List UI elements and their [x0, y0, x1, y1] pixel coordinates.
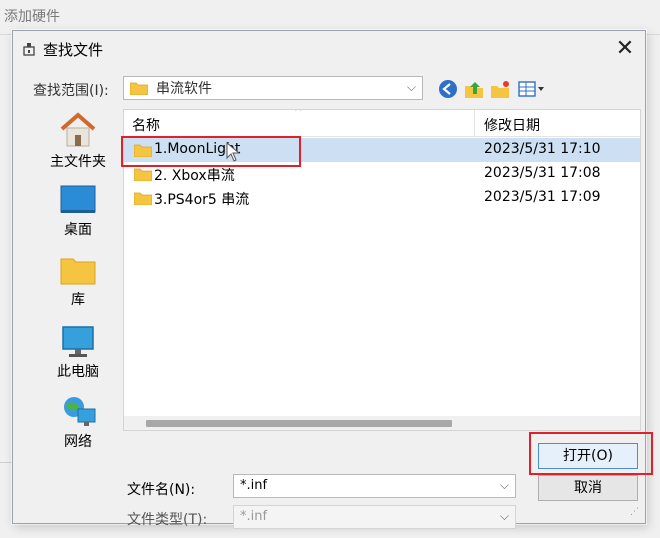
close-button[interactable]: ✕: [611, 35, 639, 63]
app-icon: [23, 43, 35, 56]
highlight-box-moonlight: [121, 136, 301, 167]
scrollbar-thumb[interactable]: [146, 420, 452, 427]
library-folder-icon: [60, 258, 96, 285]
folder-icon: [134, 168, 152, 181]
filename-label: 文件名(N):: [127, 482, 196, 498]
cancel-button[interactable]: 取消: [538, 475, 638, 501]
highlight-box-open: [529, 432, 653, 475]
background-divider-bottom: [0, 462, 12, 463]
computer-icon: [62, 326, 94, 357]
sort-ascending-icon: ^: [294, 109, 303, 118]
file-date: 2023/5/31 17:10: [484, 141, 601, 157]
up-folder-icon[interactable]: [463, 78, 485, 100]
file-date: 2023/5/31 17:08: [484, 165, 601, 181]
back-icon[interactable]: [437, 78, 459, 100]
file-row[interactable]: 3.PS4or5 串流 2023/5/31 17:09: [124, 186, 640, 210]
places-sidebar: 主文件夹 桌面 库 此电脑 网络: [31, 103, 125, 450]
file-name: 2. Xbox串流: [154, 168, 235, 184]
look-in-value: 串流软件: [156, 81, 212, 97]
resize-grip-icon[interactable]: ⋰: [630, 507, 639, 517]
look-in-label: 查找范围(I):: [33, 83, 109, 99]
chevron-down-icon[interactable]: ⌵: [500, 509, 509, 524]
sidebar-item-label: 库: [71, 292, 85, 308]
mouse-cursor-icon: [226, 142, 241, 162]
view-menu-icon[interactable]: [517, 78, 547, 100]
filename-input[interactable]: *.inf ⌵: [233, 474, 516, 498]
close-icon: ✕: [615, 36, 635, 61]
home-icon: [60, 112, 96, 147]
dialog-title: 查找文件: [43, 41, 104, 59]
chevron-down-icon[interactable]: ⌵: [500, 478, 509, 493]
filetype-select[interactable]: *.inf ⌵: [233, 505, 516, 529]
sidebar-item-desktop[interactable]: 桌面: [31, 183, 125, 239]
file-date: 2023/5/31 17:09: [484, 189, 601, 205]
sidebar-item-label: 网络: [64, 434, 92, 450]
sidebar-item-label: 此电脑: [57, 364, 99, 380]
filetype-label: 文件类型(T):: [127, 512, 208, 528]
folder-icon: [130, 82, 148, 95]
sidebar-item-library[interactable]: 库: [31, 253, 125, 309]
column-divider[interactable]: [474, 110, 475, 136]
sidebar-item-network[interactable]: 网络: [31, 395, 125, 451]
list-header: ^ 名称 修改日期: [124, 110, 640, 137]
new-folder-icon[interactable]: [489, 78, 511, 100]
folder-icon: [134, 192, 152, 205]
column-header-name[interactable]: 名称: [132, 115, 160, 135]
look-in-combo[interactable]: 串流软件 ⌵: [123, 76, 423, 100]
sidebar-item-home[interactable]: 主文件夹: [31, 111, 125, 171]
filetype-value: *.inf: [240, 509, 268, 524]
sidebar-item-this-pc[interactable]: 此电脑: [31, 325, 125, 381]
file-name: 3.PS4or5 串流: [154, 192, 250, 208]
filename-value: *.inf: [240, 478, 268, 493]
background-window-title: 添加硬件: [4, 9, 60, 25]
desktop-icon: [60, 185, 96, 213]
column-header-date[interactable]: 修改日期: [484, 115, 540, 135]
horizontal-scrollbar[interactable]: [124, 416, 640, 430]
sidebar-item-label: 桌面: [64, 222, 92, 238]
chevron-down-icon: ⌵: [406, 80, 416, 94]
network-icon: [64, 397, 96, 426]
sidebar-item-label: 主文件夹: [50, 154, 106, 170]
dialog-titlebar: 查找文件 ✕: [13, 31, 645, 67]
